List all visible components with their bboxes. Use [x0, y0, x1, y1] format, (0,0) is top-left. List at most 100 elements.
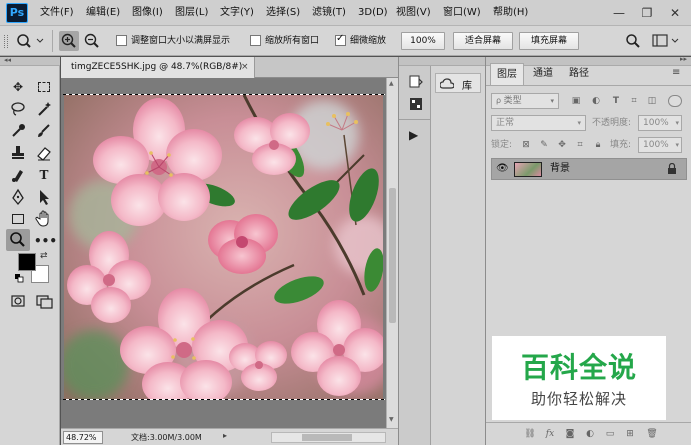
layer-filter-placeholder: 类型: [503, 96, 522, 106]
tab-paths[interactable]: 路径: [562, 63, 596, 85]
link-layers-icon[interactable]: ⛓︎: [524, 428, 536, 440]
move-tool-icon[interactable]: ✥: [8, 77, 28, 97]
watermark-subtitle: 助你轻松解决: [530, 390, 627, 408]
document-size-info[interactable]: 文档:3.00M/3.00M: [131, 429, 202, 445]
panel-menu-icon[interactable]: ≡: [672, 67, 680, 78]
lock-artboard-icon[interactable]: ⌗: [574, 139, 586, 151]
default-colors-icon[interactable]: [15, 274, 24, 283]
zoom-level-field[interactable]: 48.72%: [63, 431, 103, 444]
restore-button[interactable]: ❐: [634, 3, 660, 23]
tools-panel: ◂◂ ✥ T ••• ⇄: [0, 56, 60, 445]
fill-value: 100%: [643, 140, 669, 150]
vertical-scrollbar[interactable]: ▲ ▼: [386, 78, 398, 428]
foreground-color-swatch[interactable]: [18, 253, 36, 271]
zoom-tool-preset-icon[interactable]: [14, 32, 46, 50]
menu-image[interactable]: 图像(I): [132, 0, 163, 26]
rectangle-tool-icon[interactable]: [8, 209, 28, 229]
tab-channels[interactable]: 通道: [526, 63, 560, 85]
panel-strip-header[interactable]: [399, 57, 431, 66]
new-layer-icon[interactable]: ⊞: [624, 428, 636, 440]
layer-filter-dropdown[interactable]: ρ 类型 ▾: [491, 93, 559, 109]
filter-type-icon[interactable]: T: [610, 95, 622, 107]
lock-all-icon[interactable]: 🔒︎: [592, 139, 604, 151]
search-icon[interactable]: [624, 32, 642, 50]
filter-smart-object-icon[interactable]: ◫: [646, 95, 658, 107]
filter-shape-icon[interactable]: ⌗: [628, 95, 640, 107]
zoom-100-button[interactable]: 100%: [401, 32, 445, 50]
brush-tool-icon[interactable]: [34, 121, 54, 141]
type-tool-icon[interactable]: T: [34, 165, 54, 185]
fill-screen-button[interactable]: 填充屏幕: [519, 32, 579, 50]
scroll-down-arrow-icon[interactable]: ▼: [389, 416, 394, 423]
lock-image-pixels-icon[interactable]: ✎: [538, 139, 550, 151]
scrubby-zoom-checkbox[interactable]: [335, 33, 346, 46]
canvas-area[interactable]: [61, 78, 386, 428]
new-group-icon[interactable]: ▭: [604, 428, 616, 440]
magic-wand-tool-icon[interactable]: [34, 99, 54, 119]
workspace-switcher-icon[interactable]: [650, 32, 684, 50]
document-image[interactable]: [64, 95, 383, 399]
menu-help[interactable]: 帮助(H): [493, 0, 528, 26]
zoom-in-button[interactable]: [59, 31, 79, 51]
menu-window[interactable]: 窗口(W): [443, 0, 481, 26]
layer-row[interactable]: 👁︎ 背景: [491, 158, 687, 180]
close-tab-icon[interactable]: ×: [241, 57, 249, 78]
menu-select[interactable]: 选择(S): [266, 0, 300, 26]
layer-style-icon[interactable]: fx: [544, 428, 556, 440]
stamp-tool-icon[interactable]: [8, 143, 28, 163]
menu-3d[interactable]: 3D(D): [358, 0, 388, 26]
pen-tool-icon[interactable]: [8, 187, 28, 207]
library-panel-header[interactable]: [431, 57, 485, 66]
play-action-icon[interactable]: ▶: [409, 127, 425, 143]
menu-filter[interactable]: 滤镜(T): [312, 0, 346, 26]
status-menu-arrow-icon[interactable]: ▸: [223, 431, 227, 440]
opacity-field[interactable]: 100% ▾: [638, 115, 682, 131]
vertical-scroll-thumb[interactable]: [389, 188, 396, 323]
lock-transparent-pixels-icon[interactable]: ⊠: [520, 139, 532, 151]
add-mask-icon[interactable]: ◙: [564, 428, 576, 440]
filter-pixel-icon[interactable]: ▣: [570, 95, 582, 107]
close-button[interactable]: ✕: [662, 3, 688, 23]
delete-layer-icon[interactable]: 🗑︎: [646, 428, 658, 440]
filter-adjustment-icon[interactable]: ◐: [590, 95, 602, 107]
horizontal-scrollbar[interactable]: [271, 432, 386, 443]
eye-visibility-icon[interactable]: 👁︎: [496, 163, 509, 174]
menu-file[interactable]: 文件(F): [40, 0, 74, 26]
history-panel-icon[interactable]: [407, 73, 425, 91]
adjustment-layer-icon[interactable]: ◐: [584, 428, 596, 440]
zoom-tool-icon[interactable]: [6, 229, 30, 251]
screen-mode-icon[interactable]: [34, 291, 54, 311]
options-grip[interactable]: [4, 35, 8, 48]
zoom-out-button[interactable]: [82, 31, 102, 51]
marquee-tool-icon[interactable]: [34, 77, 54, 97]
zoom-all-windows-checkbox[interactable]: [250, 35, 261, 46]
fit-screen-button[interactable]: 适合屏幕: [453, 32, 513, 50]
library-tab[interactable]: 库: [435, 73, 481, 93]
tools-panel-header[interactable]: ◂◂: [0, 56, 60, 66]
document-tab[interactable]: timgZECE5SHK.jpg @ 48.7%(RGB/8#) ×: [61, 57, 255, 78]
swap-colors-icon[interactable]: ⇄: [40, 251, 48, 261]
lock-position-icon[interactable]: ✥: [556, 139, 568, 151]
properties-panel-icon[interactable]: [407, 95, 425, 113]
more-tools-icon[interactable]: •••: [34, 231, 57, 251]
lasso-tool-icon[interactable]: [8, 99, 28, 119]
quick-mask-icon[interactable]: [8, 291, 28, 311]
tab-layers[interactable]: 图层: [490, 63, 524, 85]
menu-type[interactable]: 文字(Y): [220, 0, 254, 26]
scroll-up-arrow-icon[interactable]: ▲: [389, 80, 394, 87]
fill-field[interactable]: 100% ▾: [638, 137, 682, 153]
hand-tool-icon[interactable]: [34, 209, 54, 229]
path-selection-tool-icon[interactable]: [34, 187, 54, 207]
menu-layer[interactable]: 图层(L): [175, 0, 208, 26]
eraser-tool-icon[interactable]: [34, 143, 54, 163]
menu-view[interactable]: 视图(V): [396, 0, 431, 26]
smudge-tool-icon[interactable]: [8, 165, 28, 185]
menu-edit[interactable]: 编辑(E): [86, 0, 120, 26]
minimize-button[interactable]: —: [606, 3, 632, 23]
filter-toggle-switch[interactable]: [668, 95, 682, 107]
blend-mode-dropdown[interactable]: 正常 ▾: [491, 115, 586, 131]
horizontal-scroll-thumb[interactable]: [302, 434, 352, 441]
document-tab-title: timgZECE5SHK.jpg @ 48.7%(RGB/8#): [71, 62, 243, 72]
eyedropper-tool-icon[interactable]: [8, 121, 28, 141]
resize-windows-checkbox[interactable]: [116, 35, 127, 46]
